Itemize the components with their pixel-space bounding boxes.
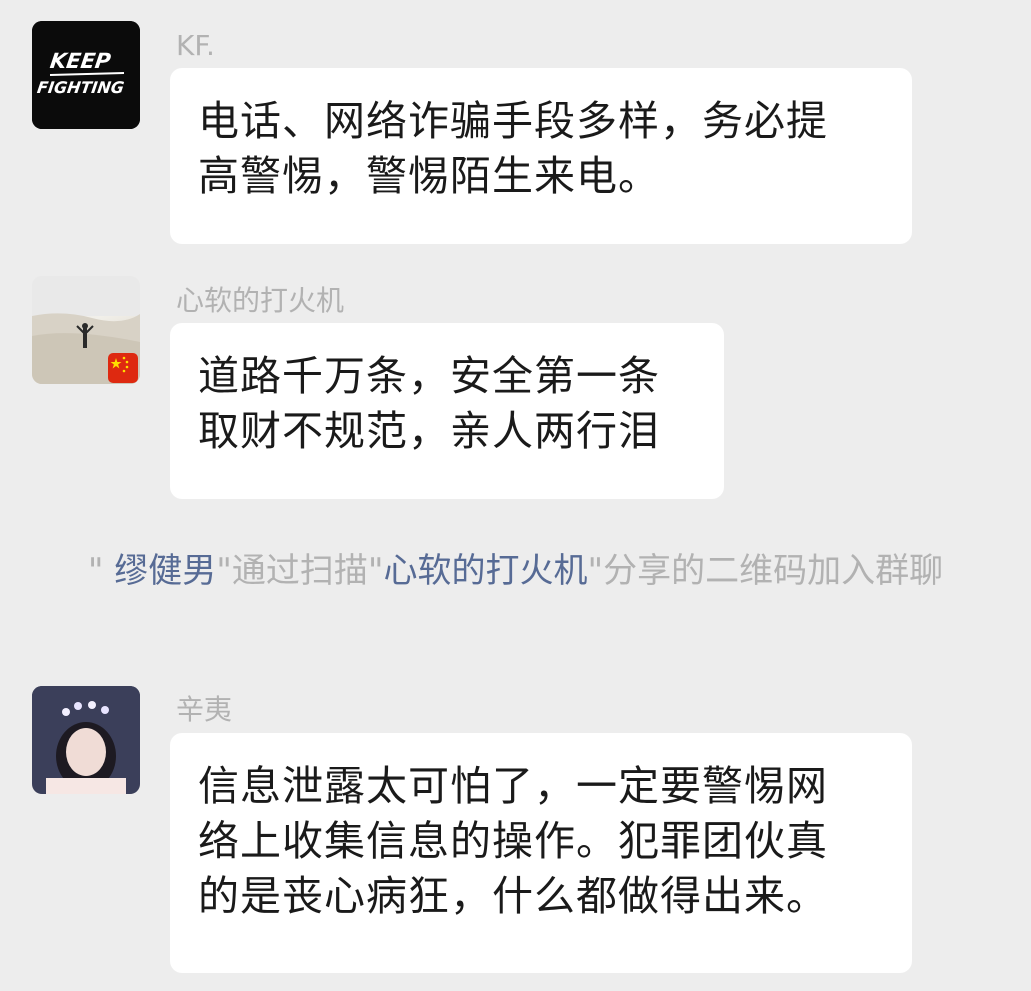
message-text-line: 道路千万条，安全第一条 [198,352,660,400]
message-bubble[interactable]: 信息泄露太可怕了，一定要警惕网 络上收集信息的操作。犯罪团伙真 的是丧心病狂，什… [170,733,912,973]
message-text-line: 络上收集信息的操作。犯罪团伙真 [198,817,828,865]
chat-history: KEEP FIGHTING KF. 电话、网络诈骗手段多样，务必提 高警惕，警惕… [0,0,1031,991]
message-text-line: 的是丧心病狂，什么都做得出来。 [198,872,828,920]
system-notice-tail: "分享的二维码加入群聊 [587,551,944,591]
logo-text-bottom: FIGHTING [36,78,125,97]
message-text-line: 信息泄露太可怕了，一定要警惕网 [198,762,828,810]
logo-text-top: KEEP [49,48,113,73]
sender-name: 心软的打火机 [176,284,345,317]
sender-name: KF. [176,29,215,62]
message-bubble[interactable]: 道路千万条，安全第一条 取财不规范，亲人两行泪 [170,323,724,499]
sharer-link[interactable]: 心软的打火机 [384,551,588,591]
system-notice-quote: " [87,551,115,591]
keep-fighting-avatar[interactable]: KEEP FIGHTING [32,21,140,129]
member-link[interactable]: 缪健男 [114,551,216,591]
system-notice: " 缪健男"通过扫描"心软的打火机"分享的二维码加入群聊 [40,546,991,596]
system-notice-mid: "通过扫描" [216,551,384,591]
message-bubble[interactable]: 电话、网络诈骗手段多样，务必提 高警惕，警惕陌生来电。 [170,68,912,244]
girl-photo-avatar[interactable] [32,686,140,794]
sender-name: 辛夷 [176,693,233,726]
message-text-line: 高警惕，警惕陌生来电。 [198,152,660,200]
girl-photo [32,686,140,794]
china-flag-icon [108,353,138,383]
message-text-line: 取财不规范，亲人两行泪 [198,407,660,455]
keep-fighting-logo: KEEP FIGHTING [32,21,140,129]
message-text-line: 电话、网络诈骗手段多样，务必提 [198,97,828,145]
